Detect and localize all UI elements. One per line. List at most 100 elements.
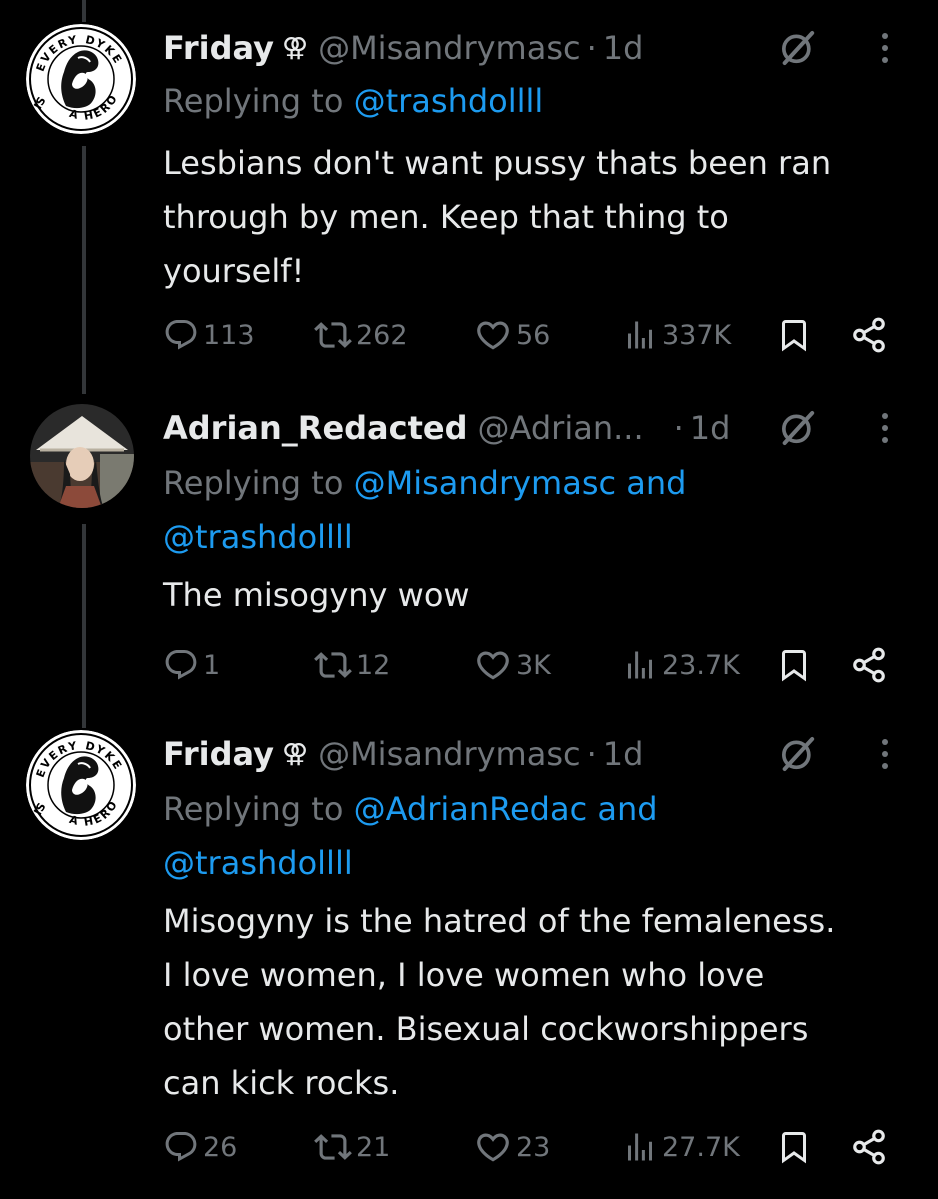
mention-link[interactable]: @trashdollll [163,518,353,556]
grok-button[interactable] [775,24,821,72]
mention-conjunction: and [587,790,658,828]
name-symbol: ⚢ [281,739,309,769]
views-button[interactable]: 23.7K [622,645,740,685]
thread-line-top [82,0,86,22]
grok-icon [778,408,818,448]
reply-count: 26 [203,1131,238,1163]
repost-count: 21 [356,1131,391,1163]
tweet[interactable]: Adrian_Redacted @Adrian... · 1d Replying… [0,404,938,724]
more-icon [882,413,888,419]
bookmark-button[interactable] [776,315,812,355]
username[interactable]: @Misandrymasc [318,735,581,773]
separator-dot: · [673,409,684,447]
tweet[interactable]: EVERY DYKE A HERO IS Friday ⚢ @Misandrym… [0,24,938,404]
reply-count: 1 [203,649,221,681]
repost-icon [314,646,352,684]
like-count: 23 [516,1131,551,1163]
reply-prefix: Replying to [163,464,354,502]
bookmark-button[interactable] [776,645,812,685]
like-button[interactable]: 3K [474,645,551,685]
repost-icon [314,1128,352,1166]
repost-icon [314,316,352,354]
avatar[interactable] [30,404,134,508]
mention-link[interactable]: @AdrianRedac [354,790,588,828]
every-dyke-logo: EVERY DYKE A HERO IS [26,730,136,840]
name-symbol: ⚢ [281,33,309,63]
heart-icon [474,316,512,354]
share-button[interactable] [850,1127,888,1167]
views-count: 23.7K [662,649,740,681]
views-button[interactable]: 337K [622,315,731,355]
reply-context: Replying to @Misandrymasc and @trashdoll… [163,456,883,564]
reply-icon [163,647,199,683]
mention-link[interactable]: @trashdollll [354,82,544,120]
share-icon [850,646,888,684]
reply-button[interactable]: 1 [163,645,220,685]
share-icon [850,1128,888,1166]
tweet[interactable]: EVERY DYKE A HERO IS Friday ⚢ @Misandrym… [0,730,938,1190]
reply-prefix: Replying to [163,82,354,120]
reply-icon [163,1129,199,1165]
views-icon [622,1129,658,1165]
repost-button[interactable]: 21 [314,1127,390,1167]
separator-dot: · [586,29,597,67]
tweet-text: The misogyny wow [163,576,470,614]
reply-context: Replying to @AdrianRedac and @trashdolll… [163,782,883,890]
more-icon [882,33,888,39]
reply-icon [163,317,199,353]
display-name[interactable]: Adrian_Redacted [163,409,468,447]
username[interactable]: @Misandrymasc [318,29,581,67]
avatar[interactable]: EVERY DYKE A HERO IS [26,730,136,840]
separator-dot: · [586,735,597,773]
like-button[interactable]: 56 [474,315,550,355]
every-dyke-logo: EVERY DYKE A HERO IS [26,24,136,134]
more-icon [882,739,888,745]
reply-context: Replying to @trashdollll [163,74,883,128]
repost-count: 262 [356,319,408,351]
timestamp[interactable]: 1d [603,29,644,67]
bookmark-button[interactable] [776,1127,812,1167]
like-count: 3K [516,649,551,681]
reply-prefix: Replying to [163,790,354,828]
timestamp[interactable]: 1d [690,409,731,447]
tweet-text: Lesbians don't want pussy thats been ran… [163,144,832,290]
grok-button[interactable] [775,730,821,778]
display-name[interactable]: Friday [163,735,274,773]
timestamp[interactable]: 1d [603,735,644,773]
tweet-header: Adrian_Redacted @Adrian... · 1d [163,404,730,452]
like-count: 56 [516,319,551,351]
heart-icon [474,646,512,684]
heart-icon [474,1128,512,1166]
more-button[interactable] [875,730,895,778]
mention-conjunction: and [616,464,687,502]
tweet-header: Friday ⚢ @Misandrymasc · 1d [163,730,643,778]
username[interactable]: @Adrian... [478,409,644,447]
share-button[interactable] [850,645,888,685]
grok-button[interactable] [775,404,821,452]
grok-icon [778,28,818,68]
mention-link[interactable]: @trashdollll [163,844,353,882]
reply-button[interactable]: 26 [163,1127,237,1167]
bookmark-icon [776,316,812,354]
tweet-header: Friday ⚢ @Misandrymasc · 1d [163,24,643,72]
repost-button[interactable]: 12 [314,645,390,685]
more-button[interactable] [875,24,895,72]
bookmark-icon [776,646,812,684]
more-button[interactable] [875,404,895,452]
user-photo [30,404,134,508]
grok-icon [778,734,818,774]
mention-link[interactable]: @Misandrymasc [354,464,617,502]
reply-count: 113 [203,319,255,351]
repost-button[interactable]: 262 [314,315,408,355]
views-icon [622,647,658,683]
display-name[interactable]: Friday [163,29,274,67]
avatar[interactable]: EVERY DYKE A HERO IS [26,24,136,134]
bookmark-icon [776,1128,812,1166]
share-button[interactable] [850,315,888,355]
tweet-text: Misogyny is the hatred of the femaleness… [163,902,836,1102]
like-button[interactable]: 23 [474,1127,550,1167]
reply-button[interactable]: 113 [163,315,255,355]
views-button[interactable]: 27.7K [622,1127,740,1167]
repost-count: 12 [356,649,391,681]
views-count: 27.7K [662,1131,740,1163]
